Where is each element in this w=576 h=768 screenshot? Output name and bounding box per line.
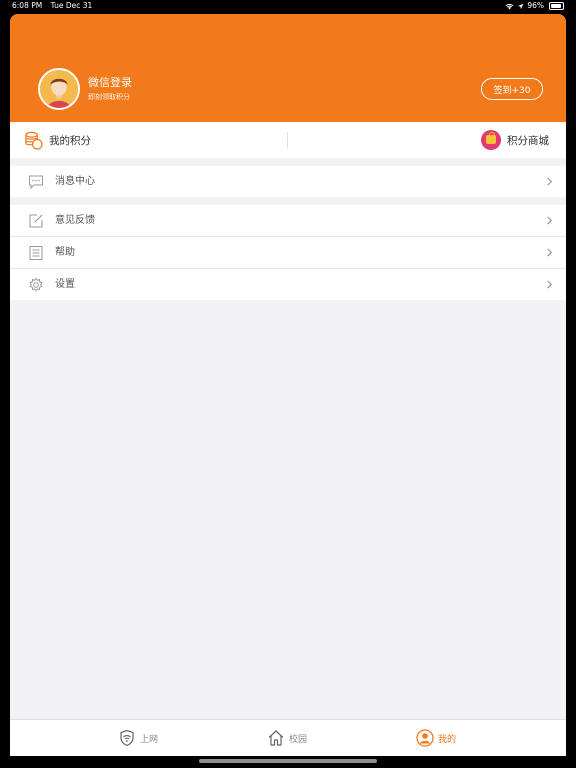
menu-item-settings[interactable]: 设置 bbox=[10, 269, 566, 300]
points-mall-label: 积分商城 bbox=[507, 134, 549, 147]
tab-internet[interactable]: 上网 bbox=[118, 729, 158, 747]
tab-bar: 上网 校园 我的 bbox=[10, 719, 566, 756]
points-divider bbox=[287, 132, 288, 149]
home-indicator[interactable] bbox=[199, 759, 377, 763]
tab-label: 上网 bbox=[140, 734, 159, 745]
chevron-right-icon bbox=[545, 216, 554, 225]
battery-percent: 96% bbox=[527, 1, 544, 10]
menu-label: 意见反馈 bbox=[55, 215, 95, 226]
app-window: 微信登录 即刻领取积分 签到+30 我的积分 积分商城 消息中心 意见反馈 帮助… bbox=[10, 14, 566, 756]
chevron-right-icon bbox=[545, 280, 554, 289]
menu-group-support: 意见反馈 帮助 设置 bbox=[10, 205, 566, 300]
tab-label: 校园 bbox=[289, 734, 308, 745]
tab-campus[interactable]: 校园 bbox=[267, 729, 307, 747]
points-mall-entry[interactable]: 积分商城 bbox=[481, 130, 549, 150]
my-points-label: 我的积分 bbox=[49, 135, 91, 147]
gift-bag-icon bbox=[481, 130, 501, 150]
menu-label: 消息中心 bbox=[55, 176, 95, 187]
checkin-button[interactable]: 签到+30 bbox=[481, 78, 543, 100]
status-bar: 6:08 PM Tue Dec 31 96% bbox=[0, 0, 576, 12]
wifi-icon bbox=[505, 3, 514, 9]
login-title[interactable]: 微信登录 bbox=[88, 74, 132, 90]
location-arrow-icon bbox=[518, 3, 524, 9]
settings-gear-icon bbox=[28, 277, 44, 293]
chevron-right-icon bbox=[545, 177, 554, 186]
profile-header: 微信登录 即刻领取积分 签到+30 bbox=[10, 14, 566, 122]
status-date: Tue Dec 31 bbox=[50, 1, 93, 10]
avatar[interactable] bbox=[38, 68, 80, 110]
avatar-person-icon bbox=[40, 70, 78, 108]
menu-item-help[interactable]: 帮助 bbox=[10, 237, 566, 269]
menu-label: 设置 bbox=[55, 279, 75, 290]
menu-item-message-center[interactable]: 消息中心 bbox=[10, 166, 566, 197]
status-left: 6:08 PM Tue Dec 31 bbox=[12, 0, 92, 12]
menu-group-messages: 消息中心 bbox=[10, 166, 566, 197]
coins-icon bbox=[25, 131, 43, 150]
feedback-edit-icon bbox=[28, 213, 44, 229]
wifi-shield-icon bbox=[120, 729, 134, 747]
home-icon bbox=[268, 730, 284, 746]
battery-icon bbox=[549, 2, 564, 10]
status-right: 96% bbox=[505, 0, 564, 12]
chevron-right-icon bbox=[545, 248, 554, 257]
message-icon bbox=[28, 174, 44, 190]
help-document-icon bbox=[28, 245, 44, 261]
my-points-entry[interactable]: 我的积分 bbox=[24, 131, 91, 150]
menu-item-feedback[interactable]: 意见反馈 bbox=[10, 205, 566, 237]
menu-label: 帮助 bbox=[55, 247, 75, 258]
login-subtitle: 即刻领取积分 bbox=[88, 93, 130, 101]
status-time: 6:08 PM bbox=[12, 1, 43, 10]
tab-mine[interactable]: 我的 bbox=[416, 729, 456, 747]
tab-label: 我的 bbox=[438, 734, 457, 745]
user-icon bbox=[416, 729, 434, 747]
points-bar: 我的积分 积分商城 bbox=[10, 122, 566, 158]
